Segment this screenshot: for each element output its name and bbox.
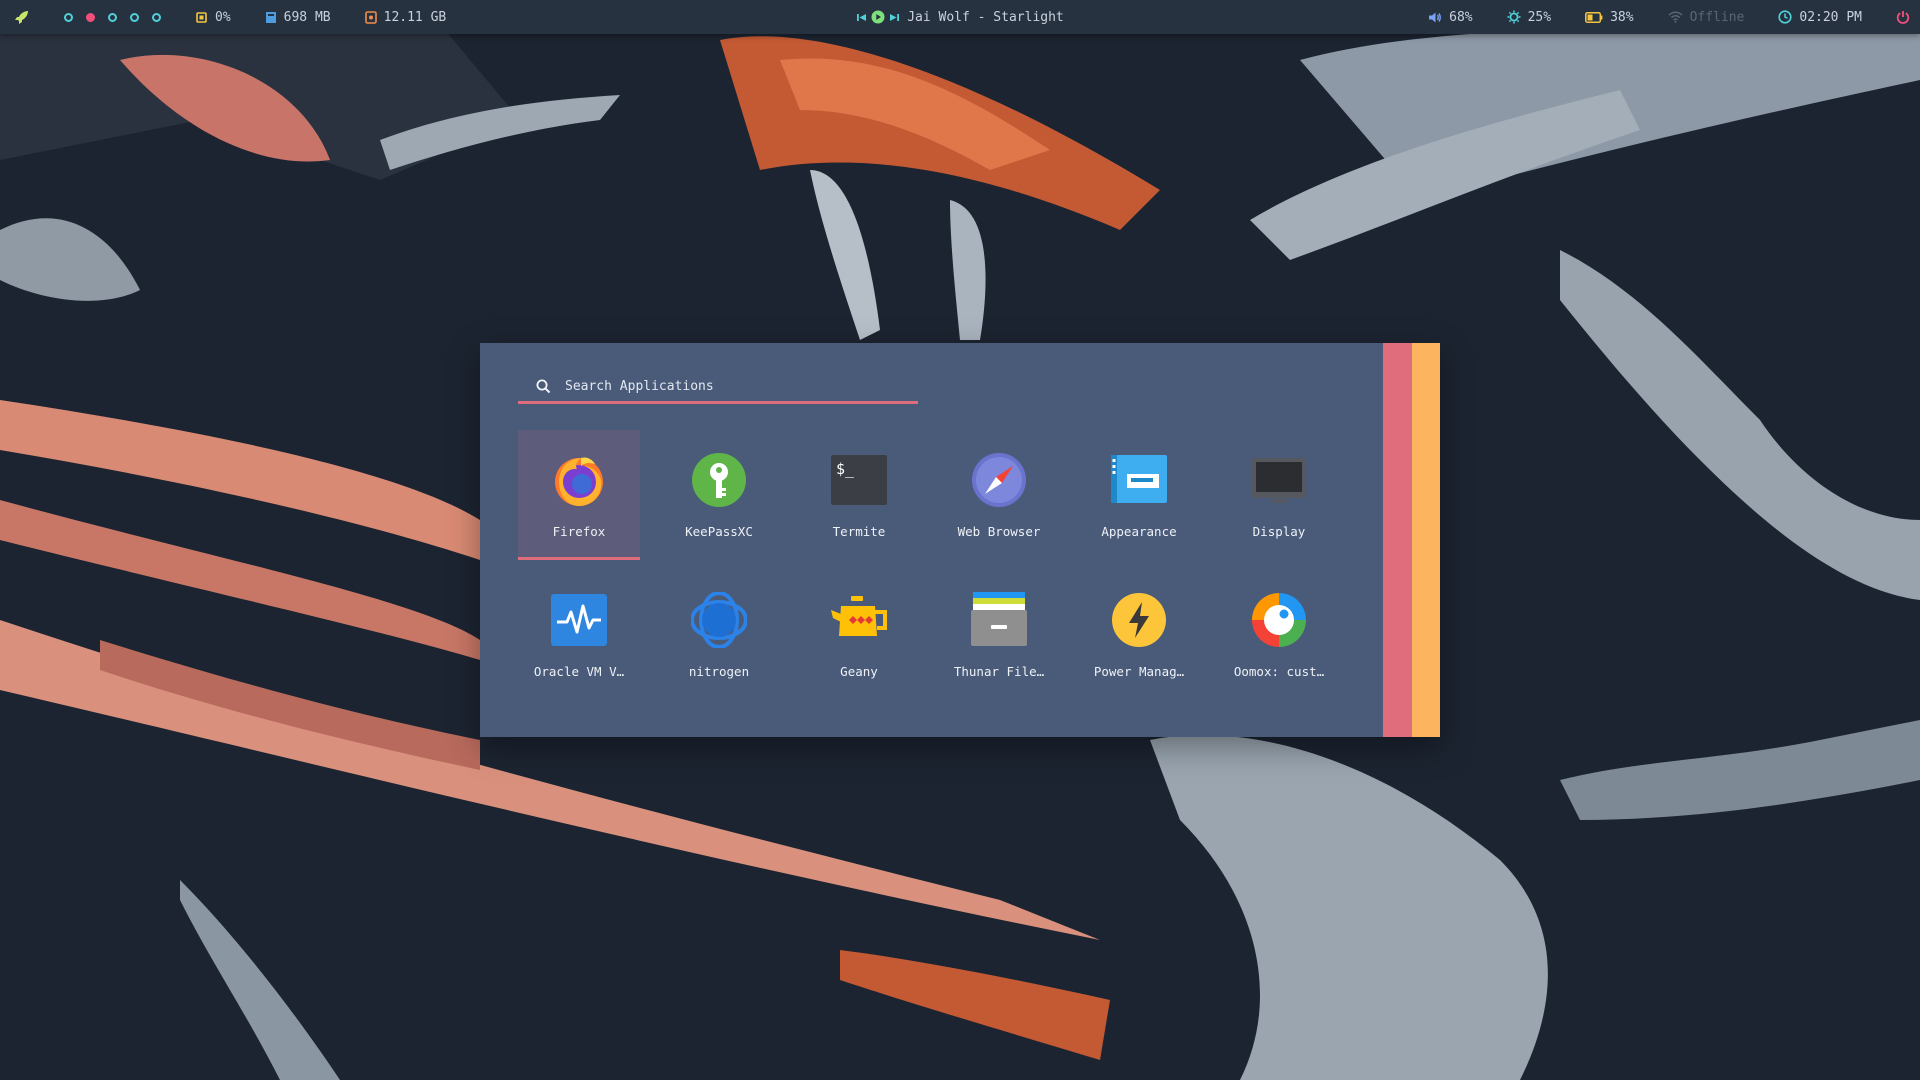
keepassxc-icon <box>692 453 746 507</box>
nitrogen-icon <box>691 592 747 648</box>
clock-module: 02:20 PM <box>1778 10 1862 25</box>
brightness-icon <box>1507 10 1521 24</box>
teapot-icon <box>831 596 887 636</box>
battery-module: 38% <box>1585 9 1634 25</box>
power-icon[interactable] <box>1896 10 1910 24</box>
app-label: Firefox <box>552 524 606 539</box>
previous-track-icon[interactable] <box>856 12 867 23</box>
app-web-browser[interactable]: Web Browser <box>938 430 1060 560</box>
accent-stripe-orange <box>1412 343 1440 737</box>
volume-module[interactable]: 68% <box>1428 9 1473 25</box>
clock-time: 02:20 PM <box>1799 9 1862 25</box>
app-label: Web Browser <box>957 524 1041 539</box>
now-playing-track: Jai Wolf - Starlight <box>907 9 1064 25</box>
wifi-icon <box>1668 11 1683 23</box>
oomox-icon <box>1252 593 1306 647</box>
app-thunar[interactable]: Thunar File… <box>938 570 1060 700</box>
terminal-icon: $_ <box>831 455 887 505</box>
app-label: KeePassXC <box>685 524 753 539</box>
lightning-icon <box>1112 593 1166 647</box>
battery-level: 38% <box>1610 9 1634 25</box>
appearance-icon <box>1111 455 1167 503</box>
app-label: Thunar File… <box>953 664 1045 679</box>
search-icon <box>536 379 551 393</box>
compass-icon <box>972 453 1026 507</box>
app-label: Termite <box>832 524 886 539</box>
clock-icon <box>1778 10 1792 24</box>
next-track-icon[interactable] <box>889 12 900 23</box>
app-display[interactable]: Display <box>1218 430 1340 560</box>
network-status: Offline <box>1689 9 1745 25</box>
app-label: Geany <box>840 664 878 679</box>
play-icon[interactable] <box>871 10 885 24</box>
app-termite[interactable]: $_ Termite <box>798 430 920 560</box>
virtualbox-icon <box>551 594 607 646</box>
app-oracle-vm[interactable]: Oracle VM V… <box>518 570 640 700</box>
app-launcher: Firefox KeePassXC $_ Termite <box>480 343 1440 737</box>
search-input[interactable] <box>563 377 887 395</box>
app-oomox[interactable]: Oomox: cust… <box>1218 570 1340 700</box>
volume-icon <box>1429 12 1442 22</box>
app-label: Display <box>1252 524 1306 539</box>
volume-level: 68% <box>1449 9 1473 25</box>
app-power-manager[interactable]: Power Manag… <box>1078 570 1200 700</box>
monitor-icon <box>1252 458 1306 503</box>
battery-icon <box>1585 11 1603 23</box>
firefox-icon <box>555 457 603 506</box>
top-bar-right: 68% 25% 38% Offline 02:20 PM <box>1394 0 1910 34</box>
app-label: Appearance <box>1101 524 1177 539</box>
accent-stripe-red <box>1383 343 1412 737</box>
top-bar: 0% 698 MB 12.11 GB Jai Wolf - Starlight … <box>0 0 1920 34</box>
app-nitrogen[interactable]: nitrogen <box>658 570 780 700</box>
app-label: Oracle VM V… <box>533 664 625 679</box>
app-geany[interactable]: Geany <box>798 570 920 700</box>
brightness-level: 25% <box>1527 9 1552 25</box>
app-appearance[interactable]: Appearance <box>1078 430 1200 560</box>
network-module[interactable]: Offline <box>1668 9 1745 25</box>
search-bar[interactable] <box>518 371 918 404</box>
app-label: Power Manag… <box>1093 664 1185 679</box>
app-label: nitrogen <box>688 664 750 679</box>
file-manager-icon <box>971 592 1027 646</box>
launcher-main: Firefox KeePassXC $_ Termite <box>480 343 1382 737</box>
app-keepassxc[interactable]: KeePassXC <box>658 430 780 560</box>
app-firefox[interactable]: Firefox <box>518 430 640 560</box>
brightness-module[interactable]: 25% <box>1507 10 1551 25</box>
app-label: Oomox: cust… <box>1233 664 1325 679</box>
svg-text:$_: $_ <box>836 460 855 478</box>
